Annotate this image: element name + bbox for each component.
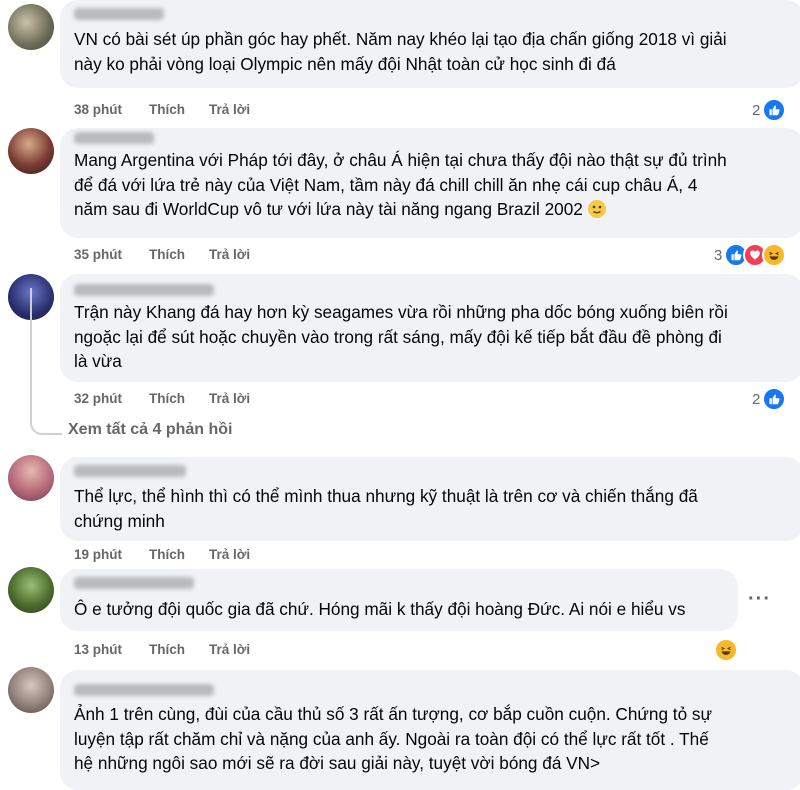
like-button[interactable]: Thích bbox=[149, 391, 209, 406]
like-button[interactable]: Thích bbox=[149, 642, 209, 657]
comment-text: Ảnh 1 trên cùng, đùi của cầu thủ số 3 rấ… bbox=[74, 704, 713, 773]
view-replies-link[interactable]: Xem tất cả 4 phản hồi bbox=[68, 421, 232, 439]
comment-actions: 13 phút Thích Trả lời bbox=[74, 642, 250, 657]
comment-actions: 35 phút Thích Trả lời bbox=[74, 247, 250, 262]
comment-bubble: Ô e tưởng đội quốc gia đã chứ. Hóng mãi … bbox=[60, 569, 738, 631]
comment-bubble: VN có bài sét úp phần góc hay phết. Năm … bbox=[60, 0, 800, 88]
comment-actions: 38 phút Thích Trả lời bbox=[74, 102, 250, 117]
comment-time[interactable]: 13 phút bbox=[74, 642, 149, 657]
author-name[interactable] bbox=[74, 132, 154, 144]
reaction-count: 3 bbox=[714, 246, 723, 264]
like-button[interactable]: Thích bbox=[149, 102, 209, 117]
reaction-count: 2 bbox=[752, 101, 761, 119]
smile-emoji-icon bbox=[587, 200, 606, 218]
avatar[interactable] bbox=[8, 128, 54, 174]
author-name[interactable] bbox=[74, 684, 214, 696]
comment-time[interactable]: 32 phút bbox=[74, 391, 149, 406]
comment-time[interactable]: 35 phút bbox=[74, 247, 149, 262]
comment-text: Ô e tưởng đội quốc gia đã chứ. Hóng mãi … bbox=[74, 599, 686, 619]
reply-thread-line bbox=[30, 288, 62, 435]
comment-actions: 32 phút Thích Trả lời bbox=[74, 391, 250, 406]
avatar[interactable] bbox=[8, 455, 54, 501]
author-name[interactable] bbox=[74, 8, 164, 20]
comment-time[interactable]: 38 phút bbox=[74, 102, 149, 117]
comment-bubble: Trận này Khang đá hay hơn kỳ seagames vừ… bbox=[60, 274, 800, 382]
comment-bubble: Mang Argentina với Pháp tới đây, ở châu … bbox=[60, 128, 800, 238]
comment-text-content: Mang Argentina với Pháp tới đây, ở châu … bbox=[74, 150, 727, 219]
like-icon bbox=[762, 387, 787, 411]
reply-button[interactable]: Trả lời bbox=[209, 247, 250, 262]
reply-button[interactable]: Trả lời bbox=[209, 642, 250, 657]
comment-text: Mang Argentina với Pháp tới đây, ở châu … bbox=[74, 148, 792, 222]
comment-text: VN có bài sét úp phần góc hay phết. Năm … bbox=[74, 29, 727, 74]
comment-text: Trận này Khang đá hay hơn kỳ seagames vừ… bbox=[74, 302, 728, 371]
author-name[interactable] bbox=[74, 577, 194, 589]
author-name[interactable] bbox=[74, 465, 186, 477]
avatar[interactable] bbox=[8, 4, 54, 50]
reaction-summary[interactable]: 3 bbox=[714, 243, 787, 267]
reply-button[interactable]: Trả lời bbox=[209, 102, 250, 117]
reaction-summary[interactable]: 2 bbox=[752, 387, 787, 411]
reaction-summary[interactable] bbox=[712, 638, 738, 662]
comment-bubble: Ảnh 1 trên cùng, đùi của cầu thủ số 3 rấ… bbox=[60, 670, 800, 790]
like-button[interactable]: Thích bbox=[149, 247, 209, 262]
comment-time[interactable]: 19 phút bbox=[74, 547, 149, 562]
like-icon bbox=[762, 98, 787, 122]
reply-button[interactable]: Trả lời bbox=[209, 391, 250, 406]
comment-bubble: Thể lực, thể hình thì có thể mình thua n… bbox=[60, 457, 800, 541]
haha-icon bbox=[714, 638, 738, 662]
reaction-count: 2 bbox=[752, 390, 761, 408]
reply-button[interactable]: Trả lời bbox=[209, 547, 250, 562]
haha-icon bbox=[762, 243, 787, 267]
avatar[interactable] bbox=[8, 567, 54, 613]
comment-actions: 19 phút Thích Trả lời bbox=[74, 547, 250, 562]
comment-text: Thể lực, thể hình thì có thể mình thua n… bbox=[74, 486, 698, 531]
more-options-button[interactable]: ··· bbox=[748, 588, 771, 611]
reaction-summary[interactable]: 2 bbox=[752, 98, 787, 122]
like-button[interactable]: Thích bbox=[149, 547, 209, 562]
avatar[interactable] bbox=[8, 667, 54, 713]
author-name[interactable] bbox=[74, 284, 214, 296]
